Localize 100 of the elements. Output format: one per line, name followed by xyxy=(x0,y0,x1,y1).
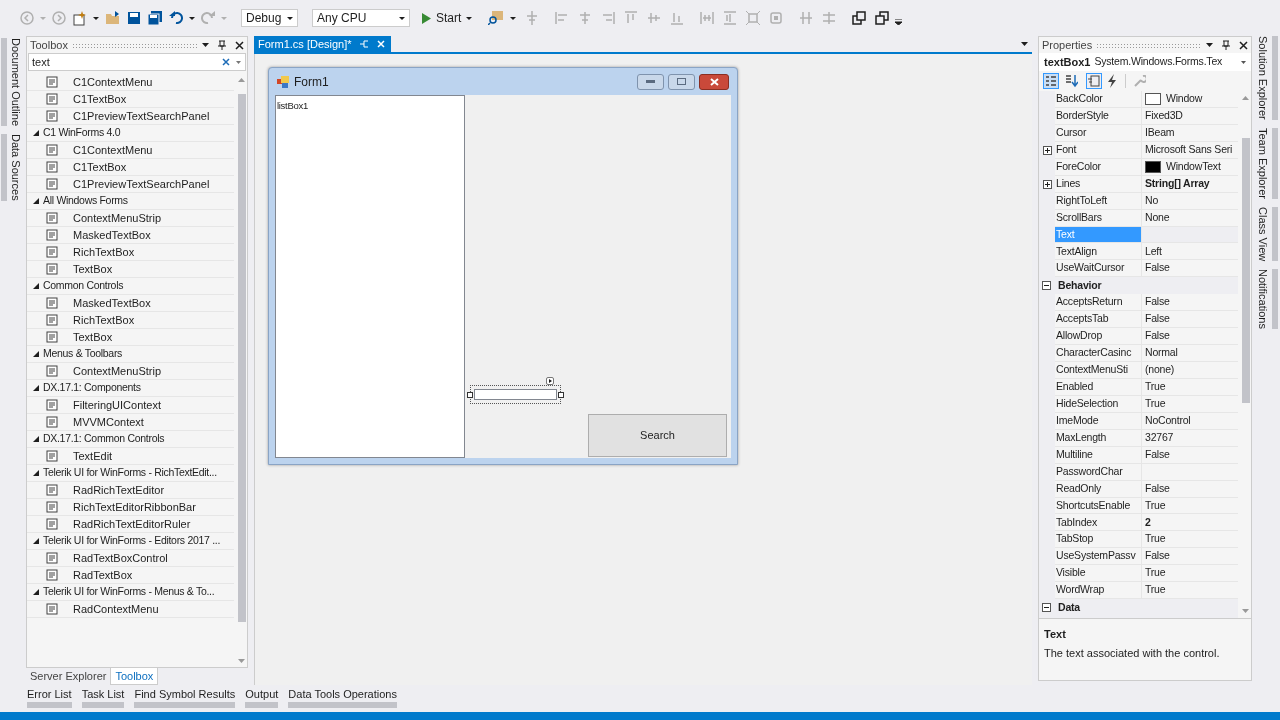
scroll-down-icon[interactable] xyxy=(1242,609,1249,613)
minimize-button[interactable] xyxy=(637,73,664,90)
property-name[interactable]: AllowDrop xyxy=(1055,328,1141,346)
dropdown-caret-icon[interactable] xyxy=(93,16,99,20)
toolbox-item[interactable]: MVVMContext xyxy=(27,414,234,431)
search-button[interactable]: Search xyxy=(588,414,727,457)
collapse-triangle-icon[interactable] xyxy=(33,470,39,476)
property-name[interactable]: AcceptsReturn xyxy=(1055,294,1141,312)
value-cell[interactable]: False xyxy=(1141,548,1238,566)
toolbox-group[interactable]: Telerik UI for WinForms - Editors 2017 ... xyxy=(27,533,234,550)
collapse-triangle-icon[interactable] xyxy=(33,351,39,357)
toolbox-item[interactable]: C1TextBox xyxy=(27,91,234,108)
property-name[interactable]: ContextMenuSti xyxy=(1055,362,1141,379)
property-value[interactable]: True xyxy=(1145,395,1166,412)
side-tab[interactable]: Team Explorer xyxy=(1253,127,1279,199)
dropdown-caret-icon[interactable] xyxy=(202,43,209,47)
scroll-up-icon[interactable] xyxy=(238,78,245,82)
toolbox-item[interactable]: TextBox xyxy=(27,329,234,346)
panel-tab[interactable]: Toolbox xyxy=(110,668,159,685)
toolbox-item[interactable]: RadTextBoxControl xyxy=(27,550,234,567)
toolbox-item[interactable]: RichTextBox xyxy=(27,244,234,261)
property-name[interactable]: AcceptsTab xyxy=(1055,311,1141,329)
property-value[interactable]: NoControl xyxy=(1145,412,1191,429)
toolbox-item[interactable]: RichTextBox xyxy=(27,312,234,329)
value-cell[interactable]: False xyxy=(1141,311,1238,329)
property-value[interactable]: True xyxy=(1145,582,1166,599)
property-value[interactable]: Normal xyxy=(1145,345,1178,361)
toolbox-item[interactable]: ContextMenuStrip xyxy=(27,210,234,227)
property-value[interactable]: False xyxy=(1145,311,1170,328)
value-cell[interactable]: False xyxy=(1141,260,1238,278)
value-cell[interactable]: Left xyxy=(1141,243,1238,261)
maximize-button[interactable] xyxy=(668,73,695,90)
scrollbar-thumb[interactable] xyxy=(1241,138,1250,403)
toolbox-item[interactable]: RadContextMenu xyxy=(27,601,234,618)
property-value[interactable]: True xyxy=(1145,497,1166,514)
property-value[interactable]: False xyxy=(1145,294,1170,311)
toolbox-item[interactable]: RadTextBox xyxy=(27,567,234,584)
dropdown-caret-icon[interactable] xyxy=(1206,43,1213,47)
property-value[interactable]: True xyxy=(1145,565,1166,582)
tab-list-icon[interactable] xyxy=(1021,42,1028,46)
expand-icon[interactable] xyxy=(1042,145,1052,155)
list-box[interactable]: listBox1 xyxy=(275,95,465,458)
property-name[interactable]: UseSystemPassv xyxy=(1055,548,1141,566)
dropdown-caret-icon[interactable] xyxy=(510,16,517,20)
object-selector[interactable]: textBox1 System.Windows.Forms.Tex xyxy=(1039,53,1251,71)
text-box[interactable] xyxy=(470,385,561,404)
resize-handle[interactable] xyxy=(467,392,473,398)
toolbox-item[interactable]: C1PreviewTextSearchPanel xyxy=(27,108,234,125)
property-value[interactable]: No xyxy=(1145,192,1159,209)
side-tab[interactable]: Solution Explorer xyxy=(1253,36,1279,120)
smart-tag-icon[interactable] xyxy=(546,377,554,385)
toolbox-item[interactable]: C1PreviewTextSearchPanel xyxy=(27,176,234,193)
save-all-icon[interactable] xyxy=(147,11,163,25)
value-cell[interactable]: (none) xyxy=(1141,362,1238,379)
properties-icon[interactable] xyxy=(1086,73,1102,89)
toolbox-item[interactable]: RichTextEditorRibbonBar xyxy=(27,499,234,516)
value-cell[interactable]: False xyxy=(1141,328,1238,346)
toolbox-group[interactable]: Telerik UI for WinForms - Menus & To... xyxy=(27,584,234,601)
value-cell[interactable]: True xyxy=(1141,531,1238,549)
toolbox-group[interactable]: Menus & Toolbars xyxy=(27,346,234,363)
toolbox-item[interactable]: MaskedTextBox xyxy=(27,295,234,312)
bring-to-front-icon[interactable] xyxy=(852,11,867,25)
property-value[interactable]: True xyxy=(1145,379,1166,395)
send-to-back-icon[interactable] xyxy=(875,11,890,25)
close-icon[interactable] xyxy=(235,40,244,50)
toolbox-item[interactable]: C1ContextMenu xyxy=(27,142,234,159)
property-value[interactable]: Fixed3D xyxy=(1145,108,1183,124)
property-name[interactable]: TabStop xyxy=(1055,531,1141,549)
toolbox-item[interactable]: TextBox xyxy=(27,261,234,278)
dropdown-caret-icon[interactable] xyxy=(287,16,293,20)
property-value[interactable]: None xyxy=(1145,209,1170,226)
value-cell[interactable]: 2 xyxy=(1141,514,1238,532)
collapse-icon[interactable] xyxy=(1042,281,1051,291)
value-cell[interactable]: Window xyxy=(1141,91,1238,108)
toolbox-item[interactable]: RadRichTextEditor xyxy=(27,482,234,499)
value-cell[interactable]: Normal xyxy=(1141,345,1238,362)
toolbox-item[interactable]: RadRichTextEditorRuler xyxy=(27,516,234,533)
toolbox-item[interactable]: ContextMenuStrip xyxy=(27,363,234,380)
toolbox-group[interactable]: Telerik UI for WinForms - RichTextEdit... xyxy=(27,465,234,482)
toolbox-item[interactable]: TextEdit xyxy=(27,448,234,465)
side-tab[interactable]: Notifications xyxy=(1253,268,1279,329)
open-folder-icon[interactable] xyxy=(105,11,121,25)
scrollbar-thumb[interactable] xyxy=(237,94,246,622)
save-icon[interactable] xyxy=(127,11,141,25)
property-value[interactable]: IBeam xyxy=(1145,124,1175,141)
toolbox-item[interactable]: C1ContextMenu xyxy=(27,74,234,91)
start-button[interactable]: Start xyxy=(420,9,475,27)
value-cell[interactable]: True xyxy=(1141,582,1238,600)
dropdown-caret-icon[interactable] xyxy=(189,16,195,20)
undo-icon[interactable] xyxy=(169,11,183,25)
new-project-icon[interactable] xyxy=(72,10,87,26)
property-value[interactable]: False xyxy=(1145,548,1170,565)
configuration-dropdown[interactable]: Debug xyxy=(241,9,298,27)
collapse-triangle-icon[interactable] xyxy=(33,130,39,136)
search-field[interactable]: text xyxy=(28,53,246,71)
property-value[interactable]: False xyxy=(1145,480,1170,497)
close-icon[interactable] xyxy=(1239,40,1248,50)
property-value[interactable]: 2 xyxy=(1145,514,1151,531)
property-value[interactable]: WindowText xyxy=(1166,158,1221,175)
toolbox-group[interactable]: Common Controls xyxy=(27,278,234,295)
